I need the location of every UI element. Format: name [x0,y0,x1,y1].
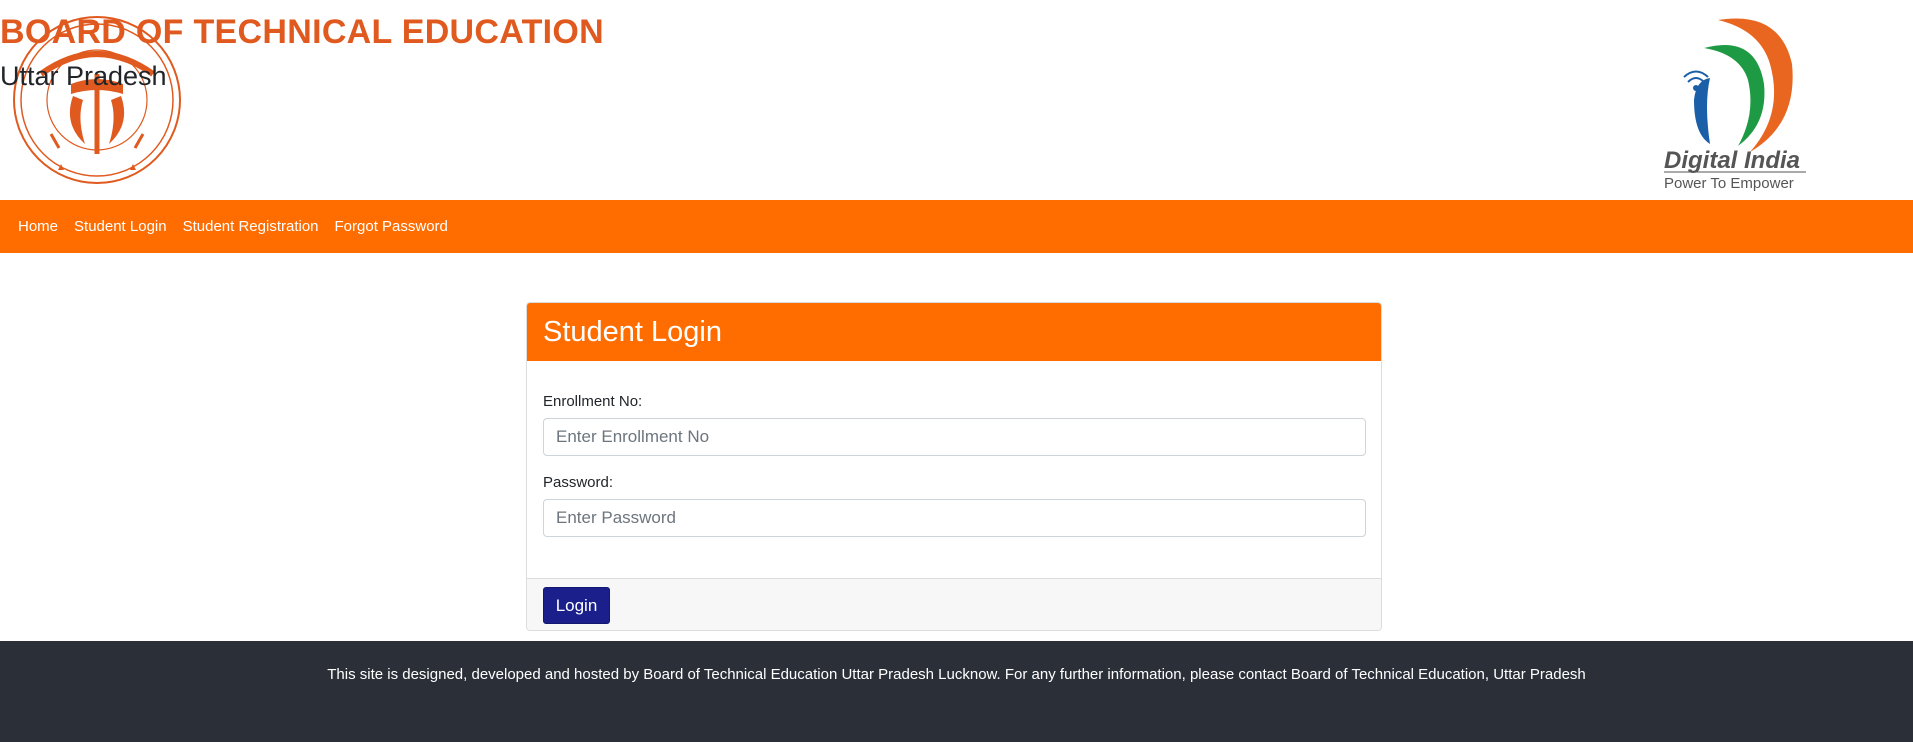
password-input[interactable] [543,499,1366,537]
nav-forgot-password-link[interactable]: Forgot Password [327,218,456,235]
main-navbar: Home Student Login Student Registration … [0,200,1913,253]
nav-student-registration-link[interactable]: Student Registration [175,218,327,235]
nav-student-login-link[interactable]: Student Login [66,218,175,235]
nav-home-link[interactable]: Home [10,218,66,235]
digital-india-logo: Digital India Power To Empower [1664,18,1806,192]
login-card: Student Login Enrollment No: Password: L… [526,302,1382,631]
digital-india-title: Digital India [1664,147,1800,174]
login-card-title: Student Login [543,315,722,348]
enrollment-label: Enrollment No: [543,393,643,410]
login-card-body: Enrollment No: Password: [527,361,1381,578]
login-card-footer: Login [527,578,1381,630]
login-card-header: Student Login [527,303,1381,361]
page-subtitle: Uttar Pradesh [0,61,167,91]
login-button[interactable]: Login [543,587,610,624]
password-group: Password: [543,474,1366,537]
site-footer: This site is designed, developed and hos… [0,641,1913,742]
footer-text: This site is designed, developed and hos… [327,666,1586,683]
page-title: BOARD OF TECHNICAL EDUCATION [0,13,605,51]
digital-india-tagline: Power To Empower [1664,175,1794,192]
enrollment-group: Enrollment No: [543,393,1366,456]
enrollment-input[interactable] [543,418,1366,456]
site-header: BOARD OF TECHNICAL EDUCATION Uttar Prade… [0,0,1913,200]
password-label: Password: [543,474,614,491]
